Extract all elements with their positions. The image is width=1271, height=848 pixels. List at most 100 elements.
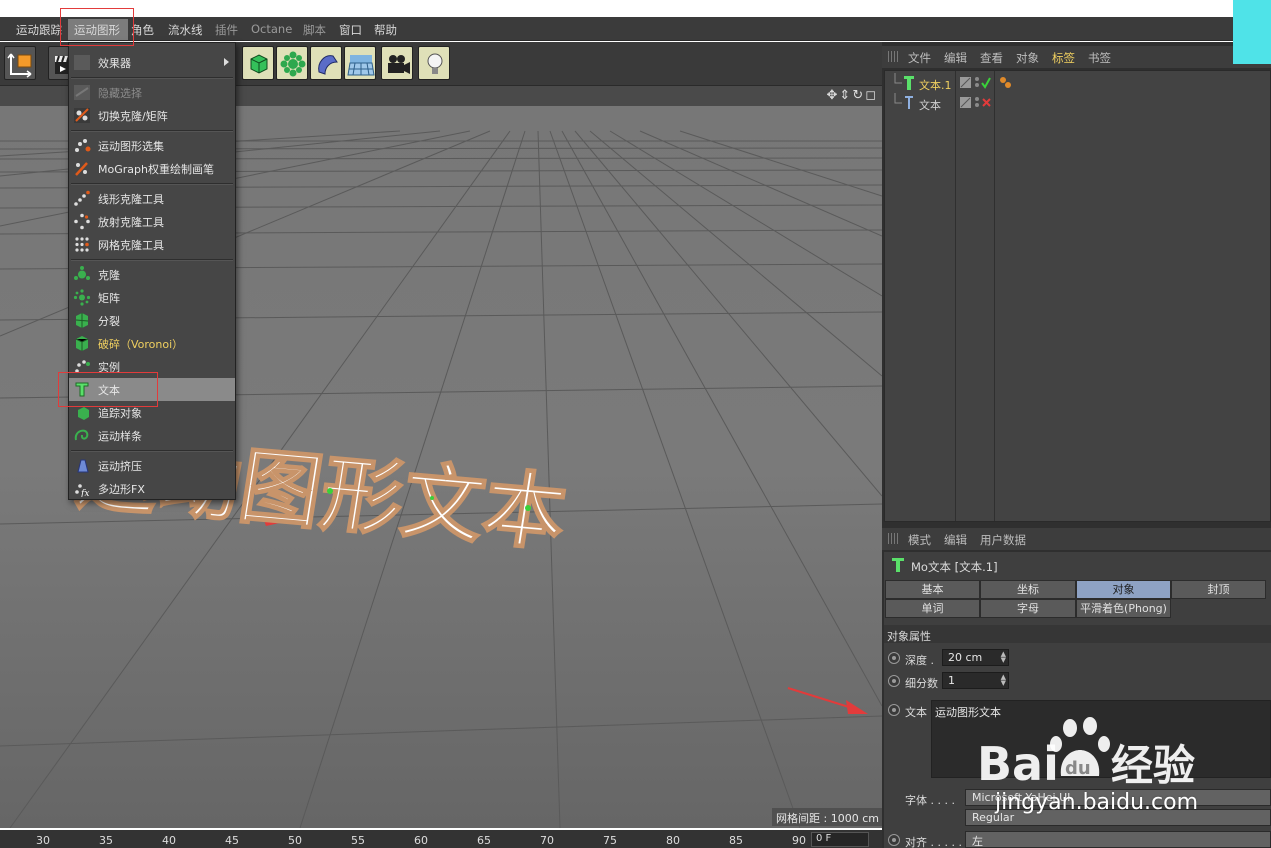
spline-icon: [74, 429, 89, 441]
object-flags-icon[interactable]: [958, 75, 1002, 91]
object-flags-icon[interactable]: [958, 95, 1002, 111]
attr-tab-edit[interactable]: 编辑: [944, 532, 967, 548]
spinner-icon[interactable]: ▲ ▼: [1001, 651, 1006, 664]
clone-point: [327, 488, 333, 494]
menu-item-voronoi[interactable]: 破碎（Voronoi）: [69, 332, 235, 355]
deformer-button[interactable]: [310, 46, 342, 80]
menu-item-fracture[interactable]: 分裂: [69, 309, 235, 332]
cloner-button[interactable]: [276, 46, 308, 80]
cube-object-button[interactable]: [242, 46, 274, 80]
cloner-icon: [280, 51, 306, 77]
depth-field[interactable]: 20 cm ▲ ▼: [942, 649, 1009, 666]
frame-field[interactable]: 0 F: [811, 832, 869, 847]
effector-icon: [74, 55, 90, 70]
menu-pipeline[interactable]: 流水线: [168, 22, 203, 38]
menu-character[interactable]: 角色: [131, 22, 154, 38]
tab-coord[interactable]: 坐标: [980, 580, 1076, 599]
floor-grid-icon: [347, 55, 375, 76]
svg-text:du: du: [1065, 758, 1091, 779]
tab-letter[interactable]: 字母: [980, 599, 1076, 618]
ruler-tick: 80: [666, 834, 680, 847]
depth-value: 20 cm: [948, 651, 983, 664]
grip-icon[interactable]: [888, 51, 900, 62]
app-window: 运动跟踪 运动图形 角色 流水线 插件 Octane 脚本 窗口 帮助 ✥⇕↻◻…: [0, 0, 1271, 848]
align-select[interactable]: 左: [965, 831, 1271, 848]
menu-item-label: 矩阵: [98, 292, 120, 305]
menu-window[interactable]: 窗口: [339, 22, 362, 38]
svg-text:经验: 经验: [1111, 741, 1195, 790]
menu-help[interactable]: 帮助: [374, 22, 397, 38]
menu-item-effector[interactable]: 效果器: [69, 51, 235, 74]
menu-item-label: 多边形FX: [98, 483, 145, 496]
coordinate-system-button[interactable]: [4, 46, 36, 80]
menu-item-radial-clone[interactable]: 放射克隆工具: [69, 210, 235, 233]
ruler-tick: 40: [162, 834, 176, 847]
menu-script[interactable]: 脚本: [303, 22, 326, 38]
mograph-dropdown-menu: 效果器 隐藏选择 切换克隆/矩阵 运动图形选集 MoGraph权重绘制画笔 线形…: [68, 42, 236, 500]
spinner-icon[interactable]: ▲ ▼: [1001, 674, 1006, 687]
menu-item-grid-clone[interactable]: 网格克隆工具: [69, 233, 235, 256]
attributes-header: 模式 编辑 用户数据: [882, 528, 1271, 550]
menu-octane[interactable]: Octane: [251, 22, 292, 36]
menu-item-label: 追踪对象: [98, 407, 142, 420]
menu-item-label: 克隆: [98, 269, 120, 282]
menu-plugins[interactable]: 插件: [215, 22, 238, 38]
highlight-box-text-item: [58, 372, 158, 407]
svg-text:Bai: Bai: [977, 737, 1059, 791]
menu-item-toggle-clone[interactable]: 切换克隆/矩阵: [69, 104, 235, 127]
attr-tab-userdata[interactable]: 用户数据: [980, 532, 1026, 548]
depth-anim-radio[interactable]: [888, 652, 900, 664]
om-tab-view[interactable]: 查看: [980, 50, 1003, 66]
floor-button[interactable]: [344, 46, 376, 80]
camera-button[interactable]: [381, 46, 413, 80]
matrix-icon: [73, 289, 91, 306]
tab-caps[interactable]: 封顶: [1171, 580, 1266, 599]
om-tab-edit[interactable]: 编辑: [944, 50, 967, 66]
grip-icon[interactable]: [888, 533, 900, 544]
om-tab-file[interactable]: 文件: [908, 50, 931, 66]
menu-separator: [71, 183, 233, 185]
cube-icon: [250, 54, 268, 74]
timeline-ruler[interactable]: 30 35 40 45 50 55 60 65 70 75 80 85 90 0…: [0, 830, 882, 848]
menu-item-linear-clone[interactable]: 线形克隆工具: [69, 187, 235, 210]
om-tab-object[interactable]: 对象: [1016, 50, 1039, 66]
menu-item-polyfx[interactable]: fx 多边形FX: [69, 477, 235, 500]
hide-selection-icon: [74, 85, 90, 100]
menu-item-matrix[interactable]: 矩阵: [69, 286, 235, 309]
subdiv-value: 1: [948, 674, 955, 687]
polyfx-icon: fx: [75, 484, 89, 497]
menu-item-weight-brush[interactable]: MoGraph权重绘制画笔: [69, 157, 235, 180]
object-name: 文本: [919, 99, 941, 112]
menu-motion-tracking[interactable]: 运动跟踪: [16, 22, 62, 38]
text-anim-radio[interactable]: [888, 704, 900, 716]
tab-object[interactable]: 对象: [1076, 580, 1171, 599]
mograph-tag-icon[interactable]: [998, 75, 1014, 91]
attr-tab-mode[interactable]: 模式: [908, 532, 931, 548]
object-row[interactable]: 文本: [886, 93, 1271, 113]
om-tab-tag[interactable]: 标签: [1052, 50, 1075, 66]
menu-item-label: 运动挤压: [98, 460, 142, 473]
tab-word[interactable]: 单词: [885, 599, 980, 618]
menu-item-extrude[interactable]: 运动挤压: [69, 454, 235, 477]
om-tab-bookmark[interactable]: 书签: [1088, 50, 1111, 66]
viewport-nav-icons[interactable]: ✥⇕↻◻: [827, 88, 878, 103]
top-strip: [0, 0, 1271, 17]
menu-item-mograph-selection[interactable]: 运动图形选集: [69, 134, 235, 157]
ruler-tick: 55: [351, 834, 365, 847]
ruler-tick: 90: [792, 834, 806, 847]
extrude-icon: [77, 459, 89, 473]
menu-item-label: 分裂: [98, 315, 120, 328]
subdiv-anim-radio[interactable]: [888, 675, 900, 687]
axis-icon: [7, 53, 32, 78]
section-title: 对象属性: [884, 625, 1271, 643]
align-anim-radio[interactable]: [888, 834, 900, 846]
menu-item-spline[interactable]: 运动样条: [69, 424, 235, 447]
menu-item-hide-selection[interactable]: 隐藏选择: [69, 81, 235, 104]
object-row[interactable]: 文本.1: [886, 73, 1271, 93]
light-button[interactable]: [418, 46, 450, 80]
subdiv-field[interactable]: 1 ▲ ▼: [942, 672, 1009, 689]
menu-separator: [71, 259, 233, 261]
tab-phong[interactable]: 平滑着色(Phong): [1076, 599, 1171, 618]
tab-basic[interactable]: 基本: [885, 580, 980, 599]
menu-item-cloner[interactable]: 克隆: [69, 263, 235, 286]
